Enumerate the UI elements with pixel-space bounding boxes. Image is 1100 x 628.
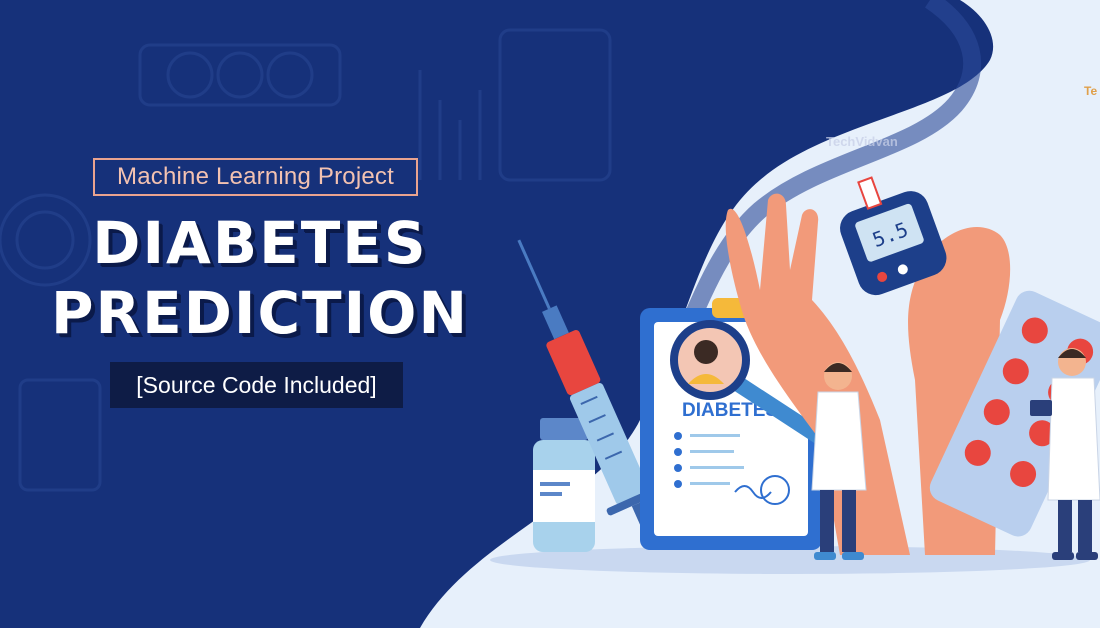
banner-canvas: DIABETES 5.5 TechVidvan Te Machine Learn… — [0, 0, 1100, 628]
medicine-vial — [533, 418, 595, 552]
title-line-1: DIABETES — [92, 209, 428, 277]
title-line-2: PREDICTION — [50, 279, 470, 347]
watermark-logo: TechVidvan — [826, 134, 898, 149]
source-code-badge: [Source Code Included] — [110, 362, 403, 408]
project-type-tag: Machine Learning Project — [93, 158, 418, 196]
corner-logo: Te — [1084, 84, 1098, 98]
